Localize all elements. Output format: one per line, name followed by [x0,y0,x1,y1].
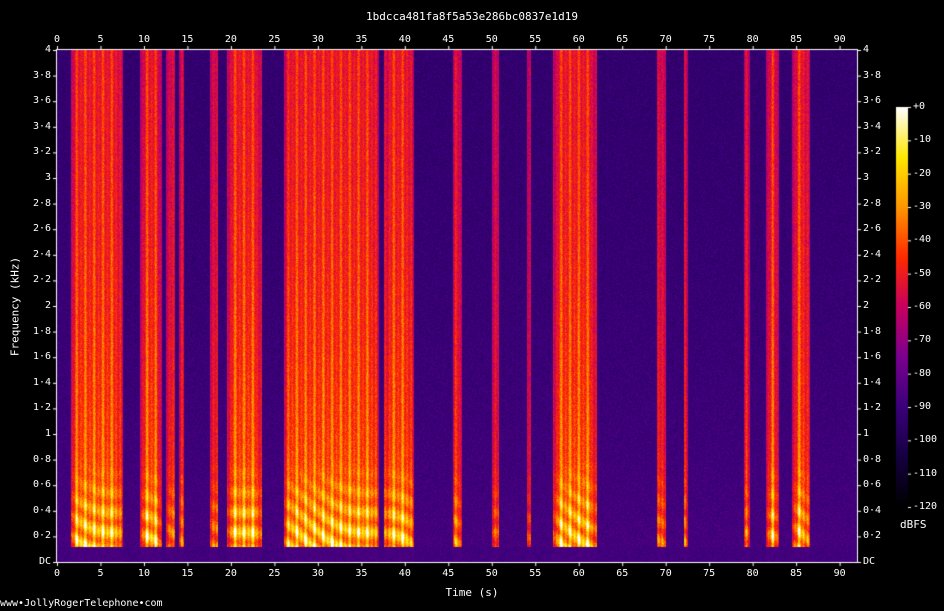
x-tick-label: 75 [703,568,716,579]
x-tick-label: 65 [616,568,629,579]
y-tick-label: 2·4 [32,248,51,260]
x-tick-label: 45 [442,568,455,579]
y-tick-label: 1·2 [32,402,51,414]
x-tick-top-label: 70 [659,34,672,45]
x-tick-top-label: 45 [442,34,455,45]
x-tick-top-label: 60 [572,34,585,45]
y-tick-label: 1 [44,428,51,439]
x-tick-top-label: 80 [746,34,759,45]
x-tick-top-label: 55 [529,34,542,45]
colorbar-unit: dBFS [900,518,927,531]
y-tick-right-label: 1·4 [863,376,882,388]
y-tick-right-label: 3·8 [863,69,882,81]
y-tick-right-label: 3·2 [863,146,882,158]
x-tick-top-label: 50 [485,34,498,45]
watermark-text: www•JollyRogerTelephone•com [0,598,163,609]
colorbar-tick-label: -120 [913,501,938,512]
colorbar-tick-label: -50 [913,267,932,279]
y-tick-right-label: 4 [863,44,870,55]
y-tick-label: 4 [44,44,51,55]
y-tick-label: 3·2 [32,146,51,158]
x-tick-top-label: 65 [616,34,629,45]
x-tick-label: 40 [398,568,411,579]
y-tick-right-label: DC [863,556,876,567]
x-tick-top-label: 30 [311,34,324,45]
y-tick-right-label: 2·8 [863,197,882,209]
y-axis-label: Frequency (kHz) [8,256,22,357]
y-tick-right-label: 1·6 [863,351,882,363]
x-tick-label: 10 [137,568,150,579]
x-tick-label: 70 [659,568,672,579]
colorbar-tick-label: -60 [913,301,932,312]
y-tick-label: 2·8 [32,197,51,209]
y-tick-label: 1·4 [32,376,51,388]
colorbar-tick-label: -20 [913,167,932,179]
y-tick-right-label: 3 [863,172,870,183]
x-tick-top-label: 35 [355,34,368,45]
y-tick-label: 2·6 [32,223,51,235]
x-tick-label: 90 [833,568,846,579]
y-tick-right-label: 1 [863,428,870,439]
colorbar-tick-label: -70 [913,334,932,346]
spectrogram-canvas [0,0,944,611]
y-tick-right-label: 0·8 [863,453,882,465]
colorbar-tick-label: -40 [913,234,932,246]
y-tick-right-label: 2 [863,300,870,311]
y-tick-right-label: 2·4 [863,248,882,260]
x-tick-label: 25 [268,568,281,579]
x-tick-label: 20 [224,568,237,579]
y-tick-right-label: 2·6 [863,223,882,235]
y-tick-right-label: 3·6 [863,95,882,107]
x-tick-top-label: 15 [181,34,194,45]
x-tick-label: 85 [790,568,803,579]
y-tick-label: 1·8 [32,325,51,337]
y-tick-right-label: 0·4 [863,504,882,516]
x-tick-label: 15 [181,568,194,579]
x-tick-label: 80 [746,568,759,579]
x-tick-label: 30 [311,568,324,579]
x-tick-top-label: 85 [790,34,803,45]
y-tick-label: 0·6 [32,479,51,491]
chart-title: 1bdcca481fa8f5a53e286bc0837e1d19 [366,10,578,23]
y-tick-label: 3·4 [32,120,51,132]
x-tick-top-label: 20 [224,34,237,45]
y-tick-right-label: 0·2 [863,530,882,542]
x-tick-label: 50 [485,568,498,579]
y-tick-label: 0·2 [32,530,51,542]
x-tick-label: 60 [572,568,585,579]
y-tick-right-label: 0·6 [863,479,882,491]
y-tick-label: 1·6 [32,351,51,363]
colorbar-tick-label: -30 [913,201,932,212]
colorbar-tick-label: -110 [913,467,938,479]
x-tick-label: 0 [53,568,61,579]
x-tick-top-label: 75 [703,34,716,45]
y-tick-label: 2 [44,300,51,311]
colorbar-tick-label: -80 [913,367,932,379]
x-tick-top-label: 10 [137,34,150,45]
colorbar-tick-label: -90 [913,401,932,412]
y-tick-label: 0·4 [32,504,51,516]
x-tick-label: 35 [355,568,368,579]
y-tick-label: DC [38,556,51,567]
y-tick-label: 3·8 [32,69,51,81]
x-tick-top-label: 90 [833,34,846,45]
y-tick-right-label: 1·2 [863,402,882,414]
y-tick-label: 0·8 [32,453,51,465]
y-tick-label: 2·2 [32,274,51,286]
y-tick-right-label: 2·2 [863,274,882,286]
x-tick-top-label: 0 [53,34,61,45]
x-tick-label: 5 [97,568,104,579]
y-tick-right-label: 3·4 [863,120,882,132]
x-tick-top-label: 40 [398,34,411,45]
colorbar-tick-label: +0 [913,101,926,112]
y-tick-label: 3·6 [32,95,51,107]
y-tick-right-label: 1·8 [863,325,882,337]
colorbar-tick-label: -100 [913,434,938,446]
x-tick-top-label: 25 [268,34,281,45]
x-tick-top-label: 5 [97,34,104,45]
colorbar-tick-label: -10 [913,134,932,146]
x-tick-label: 55 [529,568,542,579]
y-tick-label: 3 [44,172,51,183]
